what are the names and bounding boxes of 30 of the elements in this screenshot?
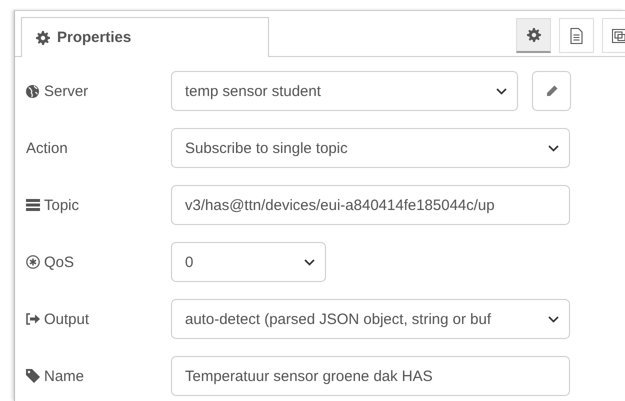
list-icon [26, 199, 40, 211]
field-label: Name [44, 368, 84, 384]
asterisk-circle-icon [26, 255, 40, 269]
dropdown-select[interactable]: temp sensor student [171, 71, 518, 111]
gear-icon [36, 30, 50, 44]
frame-icon [610, 28, 625, 44]
field-label: Output [44, 310, 90, 328]
dropdown-select[interactable]: Subscribe to single topic [171, 128, 570, 168]
dropdown-select[interactable]: 0 [171, 242, 326, 282]
dropdown-select[interactable]: auto-detect (parsed JSON object, string or buf [171, 299, 570, 339]
edit-button[interactable] [532, 71, 571, 111]
document-button[interactable] [559, 18, 594, 53]
chevron-icon [548, 316, 559, 322]
field-label: Server [44, 82, 88, 100]
gear-icon [526, 28, 540, 42]
field-label: Action [26, 140, 68, 156]
chevron-icon [304, 258, 315, 266]
globe-icon [26, 84, 39, 98]
properties-tab[interactable]: Properties [21, 17, 269, 57]
text-field[interactable]: v3/has@ttn/devices/eui-a840414fe185044c/up [171, 185, 570, 225]
settings-button[interactable] [516, 18, 551, 53]
chevron-icon [548, 144, 559, 152]
pencil-icon [546, 85, 558, 97]
text-field[interactable]: Temperatuur sensor groene dak HAS [171, 356, 570, 396]
field-label: QoS [44, 254, 74, 270]
chevron-icon [496, 88, 507, 94]
document-icon [570, 28, 583, 44]
field-label: Topic [44, 196, 80, 214]
sign-out-icon [26, 313, 40, 325]
tag-icon [26, 369, 40, 383]
